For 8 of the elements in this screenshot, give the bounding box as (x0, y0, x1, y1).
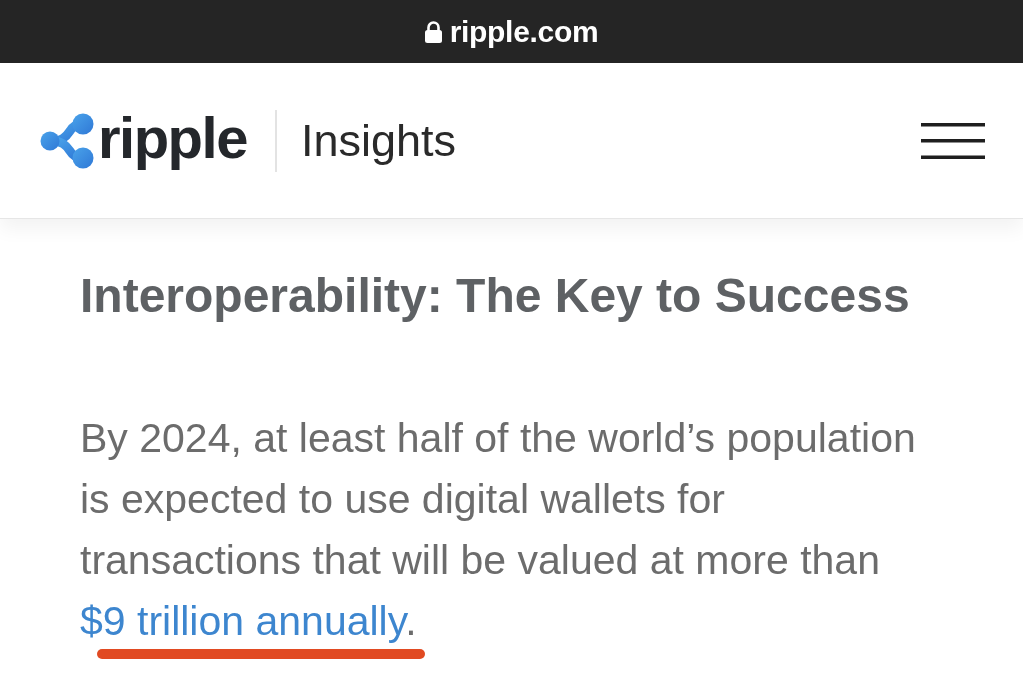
section-title: Insights (300, 118, 456, 163)
menu-button[interactable] (921, 122, 985, 159)
article-heading: Interoperability: The Key to Success (80, 271, 911, 321)
url-text: ripple.com (449, 16, 599, 47)
logo-icon (40, 112, 94, 169)
article-paragraph: By 2024, at least half of the world’s population is expected to use digital wallets for transactions that will be valued at more than $9 trillion annually. (80, 414, 917, 646)
menu-icon (921, 122, 985, 159)
link-text[interactable]: $9 trillion annually (80, 598, 406, 644)
